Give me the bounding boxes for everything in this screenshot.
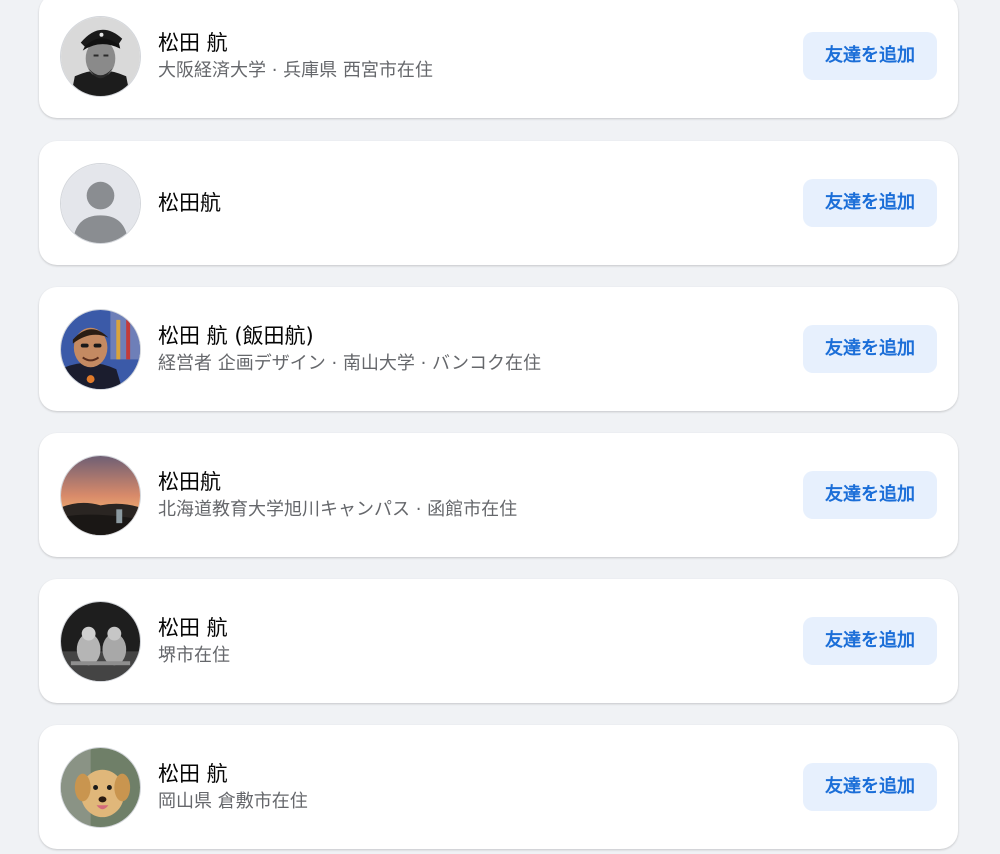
person-subtitle: 岡山県 倉敷市在住 (158, 791, 308, 812)
sunset-photo-icon (61, 455, 140, 535)
bw-portrait-photo-icon (61, 16, 140, 96)
person-name[interactable]: 松田 航 (158, 613, 778, 643)
add-friend-button[interactable]: 友達を追加 (803, 325, 937, 373)
person-subtitle: 北海道教育大学旭川キャンパス · 函館市在住 (158, 499, 518, 520)
result-card[interactable]: 松田航 友達を追加 (39, 141, 958, 265)
add-friend-button[interactable]: 友達を追加 (803, 32, 937, 80)
result-card[interactable]: 松田航 北海道教育大学旭川キャンパス · 函館市在住 友達を追加 (39, 433, 958, 557)
result-card[interactable]: 松田 航 岡山県 倉敷市在住 友達を追加 (39, 725, 958, 849)
avatar[interactable] (60, 308, 141, 390)
avatar[interactable] (60, 600, 141, 682)
person-name[interactable]: 松田 航 (158, 759, 778, 789)
bw-sculpture-photo-icon (61, 601, 140, 681)
selfie-photo-icon (61, 309, 140, 389)
person-name[interactable]: 松田航 (158, 467, 778, 497)
person-subtitle: 堺市在住 (158, 645, 230, 666)
puppy-photo-icon (61, 747, 140, 827)
default-user-silhouette-icon (61, 163, 140, 243)
result-card[interactable]: 松田 航 堺市在住 友達を追加 (39, 579, 958, 703)
person-subtitle: 大阪経済大学 · 兵庫県 西宮市在住 (158, 60, 433, 81)
avatar[interactable] (60, 162, 141, 244)
person-subtitle: 経営者 企画デザイン · 南山大学 · バンコク在住 (158, 353, 541, 374)
avatar[interactable] (60, 454, 141, 536)
avatar[interactable] (60, 15, 141, 97)
avatar[interactable] (60, 746, 141, 828)
result-card[interactable]: 松田 航 (飯田航) 経営者 企画デザイン · 南山大学 · バンコク在住 友達… (39, 287, 958, 411)
person-name[interactable]: 松田航 (158, 188, 778, 218)
search-results-list: 松田 航 大阪経済大学 · 兵庫県 西宮市在住 友達を追加 松田航 友達を追加 (0, 0, 1000, 854)
add-friend-button[interactable]: 友達を追加 (803, 617, 937, 665)
add-friend-button[interactable]: 友達を追加 (803, 763, 937, 811)
person-name[interactable]: 松田 航 (飯田航) (158, 321, 778, 351)
person-name[interactable]: 松田 航 (158, 28, 778, 58)
add-friend-button[interactable]: 友達を追加 (803, 179, 937, 227)
result-card[interactable]: 松田 航 大阪経済大学 · 兵庫県 西宮市在住 友達を追加 (39, 0, 958, 118)
add-friend-button[interactable]: 友達を追加 (803, 471, 937, 519)
